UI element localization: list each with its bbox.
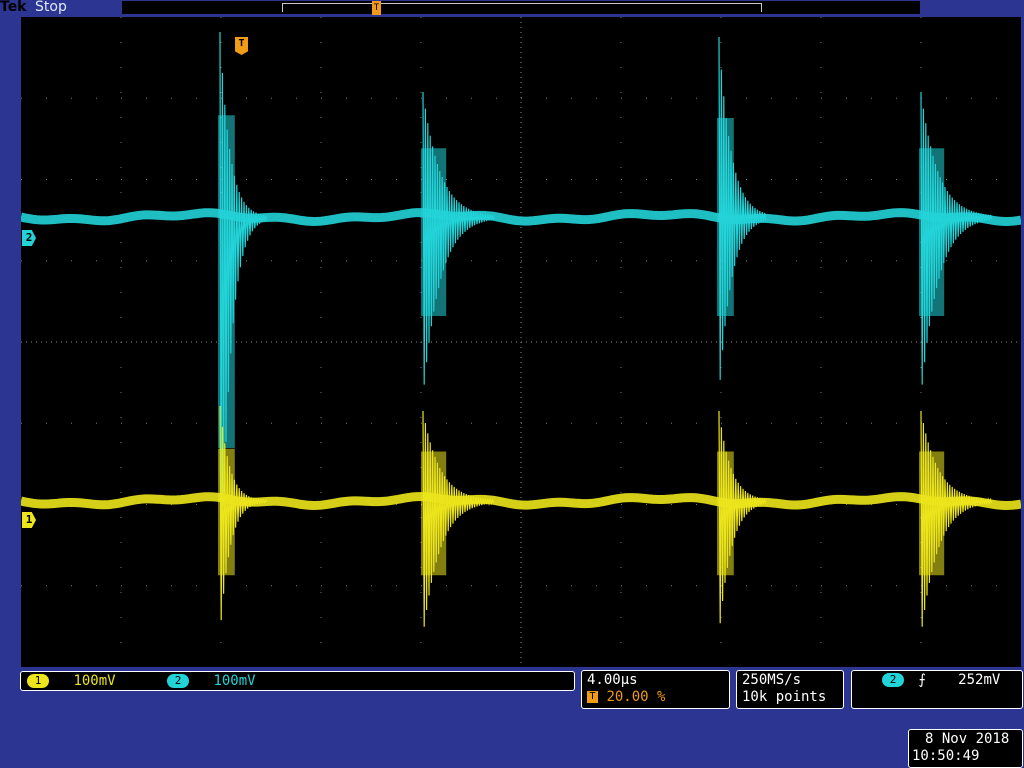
trigger-source-badge[interactable]: 2 bbox=[882, 673, 904, 687]
ch2-trace-baseline bbox=[21, 208, 1021, 227]
horizontal-position[interactable]: 20.00 % bbox=[606, 689, 665, 705]
date: 8 Nov 2018 bbox=[925, 731, 1010, 747]
rising-edge-icon: ⨍ bbox=[918, 672, 926, 688]
waveform-canvas bbox=[21, 17, 1021, 667]
ch1-scale[interactable]: 100mV bbox=[73, 673, 115, 689]
time: 10:50:49 bbox=[912, 748, 980, 764]
ch2-trace-burst-glow bbox=[919, 148, 945, 316]
sample-rate: 250MS/s bbox=[742, 672, 802, 688]
datetime-panel: 8 Nov 2018 10:50:49 bbox=[908, 729, 1023, 768]
ch2-trace-burst-glow bbox=[717, 118, 734, 316]
ch1-trace-burst-glow bbox=[218, 448, 235, 576]
ch1-trace-burst-glow bbox=[717, 451, 734, 576]
zoom-window-indicator[interactable] bbox=[282, 3, 762, 12]
horizontal-scale[interactable]: 4.00µs bbox=[587, 672, 638, 688]
trigger-level[interactable]: 252mV bbox=[958, 672, 1000, 688]
record-length: 10k points bbox=[742, 689, 827, 705]
channel-scale-panel[interactable]: 1 100mV 2 100mV bbox=[20, 671, 575, 691]
ch2-trace-burst-glow bbox=[218, 115, 235, 448]
ch2-scale[interactable]: 100mV bbox=[213, 673, 255, 689]
ch2-trace-burst-glow bbox=[421, 148, 447, 316]
trigger-position-small-icon: T bbox=[587, 691, 598, 703]
ch2-badge[interactable]: 2 bbox=[167, 674, 189, 688]
trigger-position-icon: T bbox=[372, 1, 381, 15]
trigger-point-marker[interactable]: T bbox=[235, 37, 248, 55]
trigger-panel[interactable]: 2 ⨍ 252mV bbox=[851, 670, 1023, 709]
run-status: Stop bbox=[35, 0, 67, 15]
ch1-trace-burst-glow bbox=[919, 451, 945, 576]
brand-logo: Tek bbox=[0, 0, 27, 15]
waveform-display[interactable]: 2 1 T ◂ bbox=[21, 17, 1021, 667]
top-status-bar: Tek Stop T bbox=[0, 0, 1024, 16]
ch1-badge[interactable]: 1 bbox=[27, 674, 49, 688]
acquisition-panel[interactable]: 250MS/s 10k points bbox=[736, 670, 844, 709]
timebase-panel[interactable]: 4.00µs T 20.00 % bbox=[581, 670, 730, 709]
ch1-trace-burst-glow bbox=[421, 451, 447, 576]
